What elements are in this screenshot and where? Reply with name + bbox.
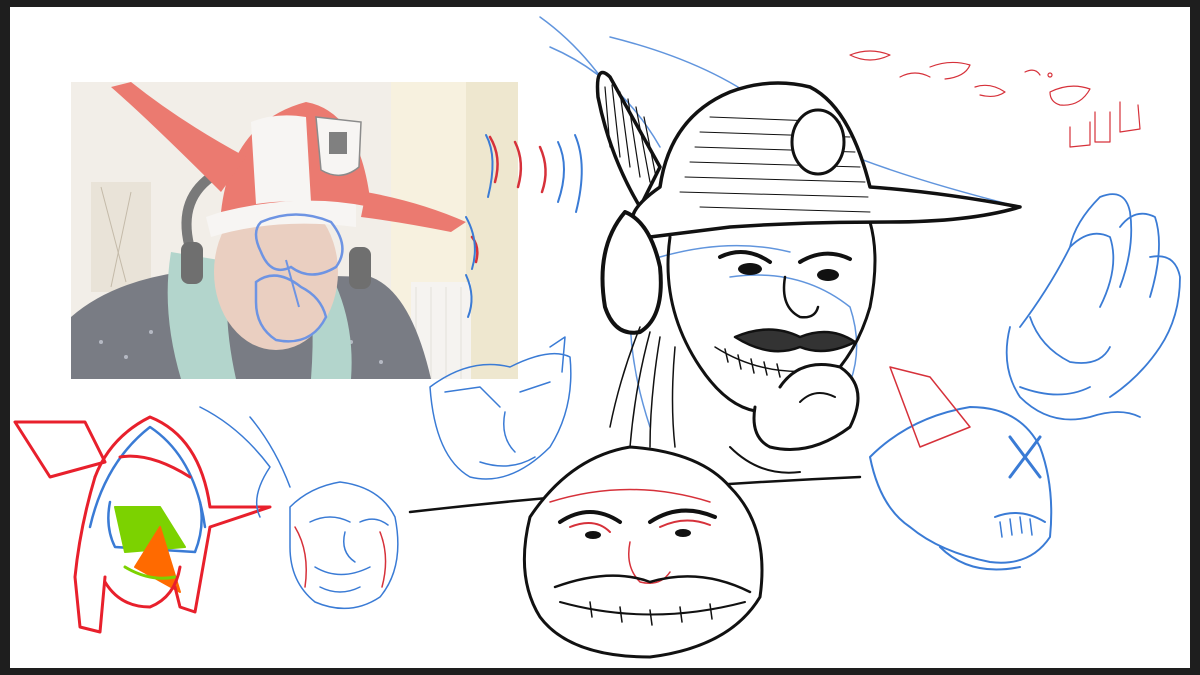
red-lip-studies bbox=[849, 50, 1141, 148]
blue-curve-marks bbox=[465, 134, 583, 318]
blue-angular-face bbox=[429, 336, 572, 480]
red-horned-helmet bbox=[13, 415, 272, 634]
blue-hand bbox=[1005, 193, 1181, 421]
red-curve-marks bbox=[470, 135, 547, 264]
app-window bbox=[0, 0, 1200, 675]
blue-skull bbox=[869, 366, 1053, 571]
main-pirate-head bbox=[539, 16, 1022, 474]
sketch-layer bbox=[10, 7, 1190, 668]
drawing-canvas[interactable] bbox=[10, 7, 1190, 668]
